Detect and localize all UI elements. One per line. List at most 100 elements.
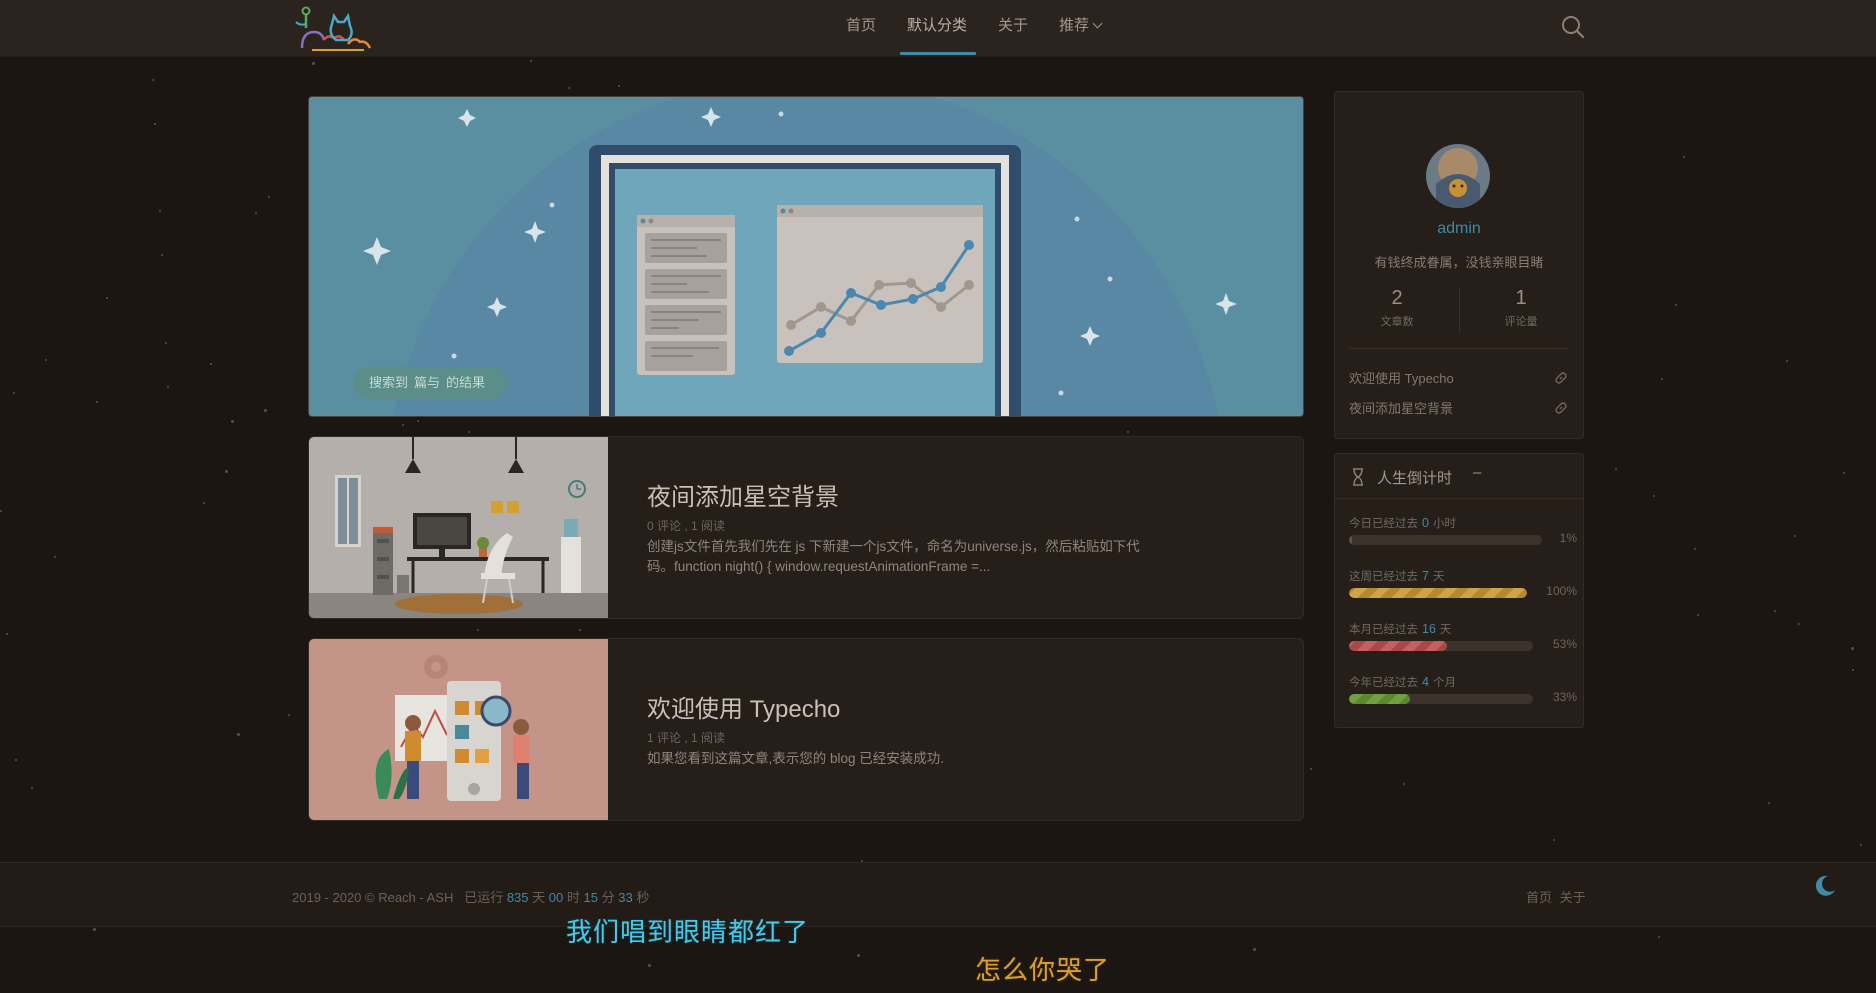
stat-comments-label: 评论量 xyxy=(1504,316,1538,328)
footer: 2019 - 2020 © Reach - ASH 已运行 835 天 00 时… xyxy=(0,862,1876,927)
star xyxy=(618,85,620,87)
star xyxy=(1768,802,1770,804)
post-card[interactable]: 欢迎使用 Typecho 1 评论 , 1 阅读 如果您看到这篇文章,表示您的 … xyxy=(308,638,1304,821)
countdown-item-label: 本月已经过去 16 天 xyxy=(1349,621,1577,637)
stat-comments: 1 评论量 xyxy=(1459,287,1583,329)
nav-about-label: 关于 xyxy=(998,17,1029,34)
star xyxy=(264,409,267,412)
star xyxy=(54,556,56,558)
countdown-unit: 天 xyxy=(1432,571,1445,583)
lyric-line-2: 怎么你哭了 xyxy=(975,955,1111,985)
star xyxy=(1786,360,1788,362)
countdown-title: 人生倒计时 xyxy=(1377,470,1453,487)
star xyxy=(1798,623,1800,625)
runtime-hours-unit: 时 xyxy=(566,890,580,905)
countdown-percent: 1% xyxy=(1559,531,1577,545)
star xyxy=(1653,495,1655,497)
star xyxy=(231,420,234,423)
runtime-minutes-unit: 分 xyxy=(601,890,615,905)
cat-logo[interactable] xyxy=(292,4,376,52)
lyric-line-1: 我们唱到眼睛都红了 xyxy=(566,917,810,947)
post-thumbnail-team xyxy=(309,639,608,820)
countdown-progress-fill xyxy=(1349,535,1352,545)
countdown-prefix: 这周已经过去 xyxy=(1349,571,1418,583)
nav-home[interactable]: 首页 xyxy=(846,0,876,54)
post-title[interactable]: 欢迎使用 Typecho xyxy=(647,689,840,724)
recent-post-link[interactable]: 欢迎使用 Typecho xyxy=(1349,368,1569,390)
star xyxy=(237,733,240,736)
star xyxy=(225,470,228,473)
stat-articles-value: 2 xyxy=(1391,287,1403,309)
profile-card: admin 有钱终成眷属，没钱亲眼目睹 2 文章数 1 评论量 欢迎使用 Typ… xyxy=(1334,91,1584,439)
star xyxy=(255,212,257,214)
star xyxy=(13,392,15,394)
profile-motto: 有钱终成眷属，没钱亲眼目睹 xyxy=(1374,255,1544,270)
avatar[interactable] xyxy=(1426,144,1490,208)
star xyxy=(530,60,532,62)
countdown-unit: 个月 xyxy=(1432,677,1456,689)
nav-default-category[interactable]: 默认分类 xyxy=(907,0,967,54)
star xyxy=(1860,844,1862,846)
post-excerpt: 如果您看到这篇文章,表示您的 blog 已经安装成功. xyxy=(647,751,945,766)
star xyxy=(648,964,651,967)
link-icon xyxy=(1555,372,1567,384)
nav-about[interactable]: 关于 xyxy=(998,0,1028,54)
runtime-seconds-unit: 秒 xyxy=(636,890,650,905)
star xyxy=(1615,468,1617,470)
star xyxy=(579,629,581,631)
nav-default-category-label: 默认分类 xyxy=(907,17,968,34)
moon-icon[interactable] xyxy=(1812,872,1838,898)
post-title[interactable]: 夜间添加星空背景 xyxy=(647,477,839,512)
countdown-percent: 33% xyxy=(1552,690,1577,704)
countdown-value: 16 xyxy=(1422,622,1436,636)
runtime-days: 835 xyxy=(506,890,529,905)
star xyxy=(1843,472,1845,474)
star xyxy=(0,510,2,512)
countdown-progress-fill xyxy=(1349,694,1410,704)
star xyxy=(1774,610,1776,612)
star xyxy=(96,401,98,403)
star xyxy=(93,928,96,931)
countdown-unit: 小时 xyxy=(1432,518,1456,530)
countdown-prefix: 今年已经过去 xyxy=(1349,677,1418,689)
countdown-item-label: 今年已经过去 4 个月 xyxy=(1349,674,1577,690)
countdown-prefix: 今日已经过去 xyxy=(1349,518,1418,530)
stat-comments-value: 1 xyxy=(1515,287,1527,309)
star xyxy=(468,431,470,433)
nav-recommend[interactable]: 推荐 xyxy=(1059,0,1103,54)
hero-banner: 搜索到 篇与 的结果 xyxy=(308,96,1304,417)
post-card[interactable]: 夜间添加星空背景 0 评论 , 1 阅读 创建js文件首先我们先在 js 下新建… xyxy=(308,436,1304,619)
countdown-prefix: 本月已经过去 xyxy=(1349,624,1418,636)
star xyxy=(15,759,17,761)
countdown-item: 这周已经过去 7 天 100% xyxy=(1349,568,1577,598)
star xyxy=(1310,768,1312,770)
star xyxy=(1851,647,1854,650)
star xyxy=(288,714,290,716)
post-meta: 1 评论 , 1 阅读 xyxy=(647,731,726,745)
star xyxy=(1675,304,1677,306)
runtime-hours: 00 xyxy=(548,890,564,905)
countdown-item: 今日已经过去 0 小时 1% xyxy=(1349,515,1577,545)
profile-username[interactable]: admin xyxy=(1335,220,1583,238)
recent-post-link[interactable]: 夜间添加星空背景 xyxy=(1349,398,1569,420)
stat-articles-label: 文章数 xyxy=(1380,316,1414,328)
star xyxy=(1658,936,1660,938)
nav-active-indicator xyxy=(900,52,976,55)
post-thumbnail-office xyxy=(309,437,608,618)
chevron-down-icon xyxy=(1092,18,1103,29)
collapse-toggle-button[interactable]: – xyxy=(1473,464,1481,481)
star xyxy=(312,62,315,65)
post-meta: 0 评论 , 1 阅读 xyxy=(647,519,726,533)
countdown-progress-fill xyxy=(1349,641,1447,651)
runtime-seconds: 33 xyxy=(618,890,633,905)
star xyxy=(268,196,270,198)
footer-link-home[interactable]: 首页 xyxy=(1526,890,1552,905)
star xyxy=(568,87,570,89)
footer-links: 首页 关于 xyxy=(1522,887,1586,906)
footer-link-about[interactable]: 关于 xyxy=(1560,890,1586,905)
footer-copyright: 2019 - 2020 © Reach - ASH xyxy=(292,890,454,905)
star xyxy=(165,342,167,344)
countdown-item: 本月已经过去 16 天 53% xyxy=(1349,621,1577,651)
search-icon[interactable] xyxy=(1560,14,1586,40)
star xyxy=(417,420,419,422)
